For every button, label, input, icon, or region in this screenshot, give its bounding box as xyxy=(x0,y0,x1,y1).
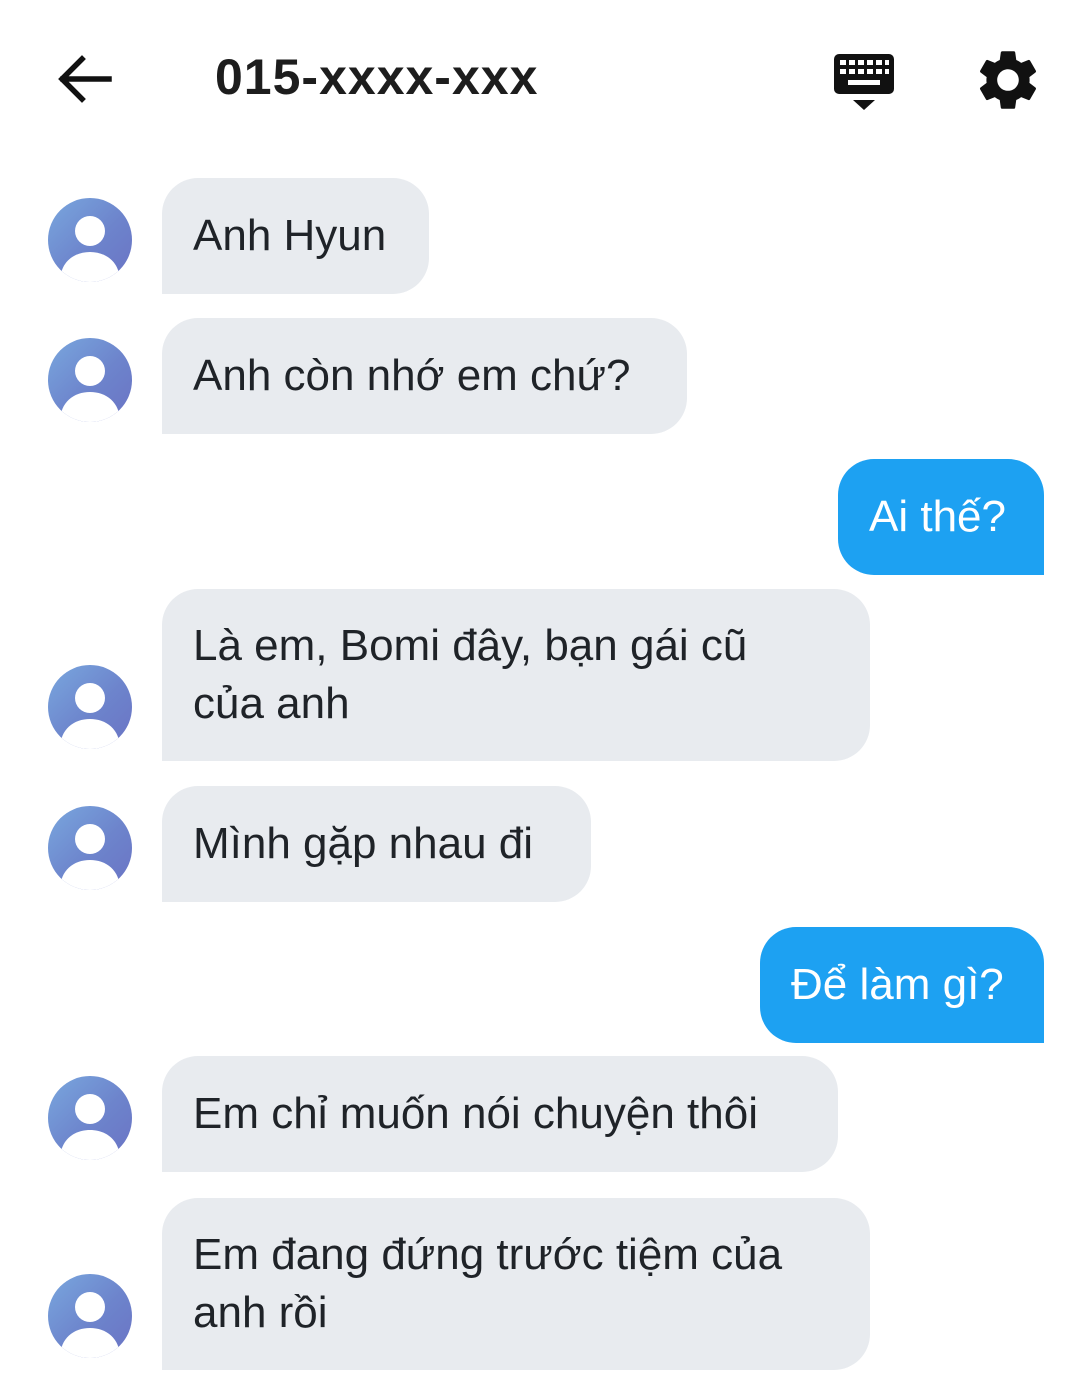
message-bubble[interactable]: Mình gặp nhau đi xyxy=(162,786,591,902)
user-silhouette-icon xyxy=(60,216,120,282)
message-thread: Anh Hyun Anh còn nhớ em chứ? Ai thế? Là em,… xyxy=(0,0,1079,1388)
avatar[interactable] xyxy=(48,1076,132,1160)
avatar[interactable] xyxy=(48,806,132,890)
user-silhouette-icon xyxy=(60,1094,120,1160)
user-silhouette-icon xyxy=(60,683,120,749)
user-silhouette-icon xyxy=(60,824,120,890)
message-bubble[interactable]: Anh còn nhớ em chứ? xyxy=(162,318,687,434)
message-bubble[interactable]: Ai thế? xyxy=(838,459,1044,575)
avatar[interactable] xyxy=(48,198,132,282)
user-silhouette-icon xyxy=(60,1292,120,1358)
user-silhouette-icon xyxy=(60,356,120,422)
avatar[interactable] xyxy=(48,1274,132,1358)
message-bubble[interactable]: Để làm gì? xyxy=(760,927,1044,1043)
message-bubble[interactable]: Là em, Bomi đây, bạn gái cũ của anh xyxy=(162,589,870,761)
avatar[interactable] xyxy=(48,665,132,749)
message-bubble[interactable]: Anh Hyun xyxy=(162,178,429,294)
message-bubble[interactable]: Em đang đứng trước tiệm của anh rồi xyxy=(162,1198,870,1370)
avatar[interactable] xyxy=(48,338,132,422)
message-bubble[interactable]: Em chỉ muốn nói chuyện thôi xyxy=(162,1056,838,1172)
